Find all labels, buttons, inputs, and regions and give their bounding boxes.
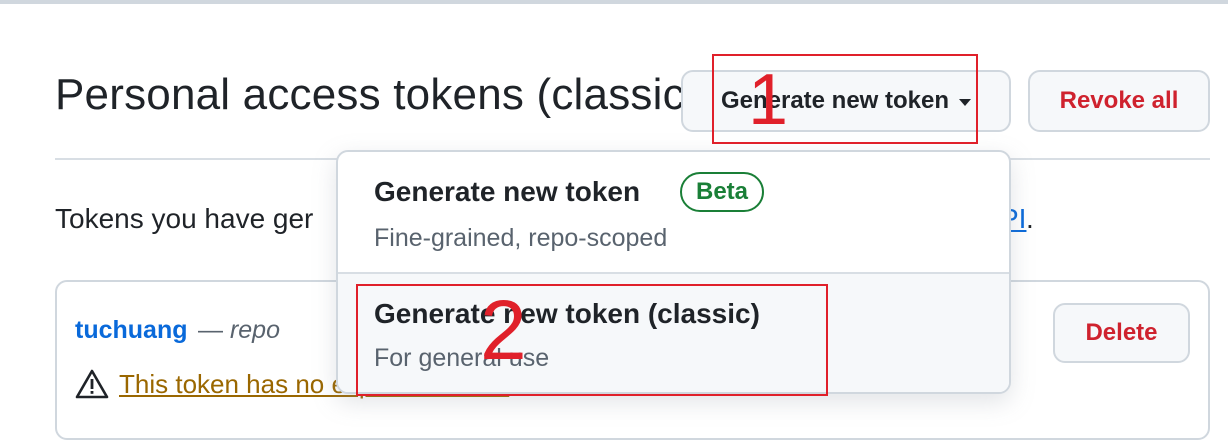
annotation-box-step-2 <box>356 284 828 396</box>
token-scope: — repo <box>198 316 280 345</box>
alert-triangle-icon <box>75 369 109 399</box>
menu-item-title: Generate new token <box>374 176 641 207</box>
top-border <box>0 0 1228 4</box>
menu-item-fine-grained[interactable]: Generate new token Beta Fine-grained, re… <box>338 152 1009 272</box>
annotation-number-2: 2 <box>480 283 527 377</box>
token-name-link[interactable]: tuchuang <box>75 316 188 345</box>
page-title: Personal access tokens (classic) <box>55 70 700 119</box>
token-scope-separator: — <box>198 316 223 344</box>
annotation-number-1: 1 <box>748 60 789 140</box>
intro-period: . <box>1026 203 1034 234</box>
revoke-all-button[interactable]: Revoke all <box>1028 70 1210 132</box>
beta-badge: Beta <box>680 172 765 212</box>
menu-item-description: Fine-grained, repo-scoped <box>374 224 668 252</box>
delete-token-button[interactable]: Delete <box>1053 303 1190 363</box>
token-scope-value: repo <box>229 316 280 344</box>
